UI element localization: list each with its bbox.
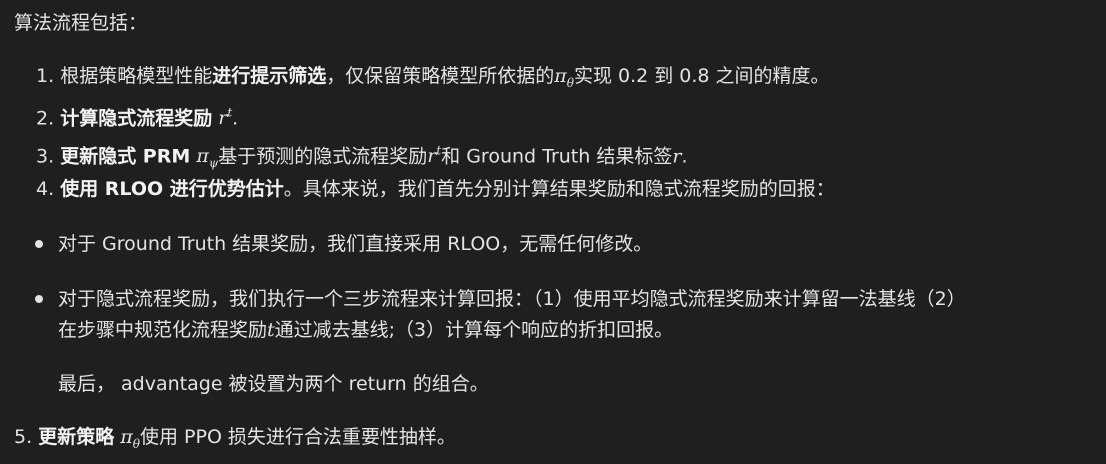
step-bold: 计算隐式流程奖励 [60, 107, 213, 130]
step-3: 3. 更新隐式 PRM πψ基于预测的隐式流程奖励rt和 Ground Trut… [36, 138, 687, 176]
bullet-text: 通过减去基线;（3）计算每个响应的折扣回报。 [274, 319, 674, 341]
step-2: 2. 计算隐式流程奖励 rt. [36, 100, 238, 131]
step-number: 4. [36, 178, 55, 200]
step-text: 。具体来说，我们首先分别计算结果奖励和隐式流程奖励的回报： [283, 178, 835, 200]
bullet-marker [35, 295, 43, 303]
r-t-symbol: rt [427, 144, 442, 168]
step-text: 使用 PPO 损失进行合法重要性抽样。 [139, 426, 456, 448]
step-bold: 更新策略 [38, 426, 115, 448]
bullet-item-line-1: 对于隐式流程奖励，我们执行一个三步流程来计算回报：（1）使用平均隐式流程奖励来计… [58, 288, 966, 310]
step-text: . [232, 107, 239, 130]
step-text: . [681, 145, 688, 168]
step-number: 5. [14, 426, 33, 448]
heading: 算法流程包括： [14, 12, 148, 34]
step-text: 实现 0.2 到 0.8 之间的精度。 [573, 65, 830, 87]
step-bold: 进行提示筛选 [212, 65, 327, 87]
bullet-text: 在步骤中规范化流程奖励 [58, 319, 268, 341]
step-bold: 使用 RLOO 进行优势估计 [60, 178, 284, 200]
step-text: 和 Ground Truth 结果标签 [441, 145, 673, 168]
step-number: 1. [36, 65, 55, 87]
step-number: 2. [36, 107, 55, 130]
step-number: 3. [36, 145, 55, 168]
pi-psi-symbol: πψ [196, 145, 219, 171]
t-symbol: t [267, 319, 275, 341]
bullet-marker [35, 240, 43, 248]
step-text: ，仅保留策略模型所依据的 [326, 65, 555, 87]
pi-theta-symbol: πθ [120, 426, 140, 451]
final-note: 最后， advantage 被设置为两个 return 的组合。 [58, 373, 489, 395]
step-4: 4. 使用 RLOO 进行优势估计。具体来说，我们首先分别计算结果奖励和隐式流程… [36, 176, 835, 202]
step-5: 5. 更新策略 πθ使用 PPO 损失进行合法重要性抽样。 [14, 424, 456, 457]
step-bold: 更新隐式 PRM [60, 145, 191, 168]
step-text: 基于预测的隐式流程奖励 [218, 145, 428, 168]
bullet-item-line-2: 在步骤中规范化流程奖励t通过减去基线;（3）计算每个响应的折扣回报。 [58, 317, 673, 343]
step-1: 1. 根据策略模型性能进行提示筛选，仅保留策略模型所依据的πθ实现 0.2 到 … [36, 63, 830, 96]
step-text: 根据策略模型性能 [60, 65, 213, 87]
r-t-symbol: rt [218, 106, 233, 130]
bullet-item: 对于 Ground Truth 结果奖励，我们直接采用 RLOO，无需任何修改。 [58, 233, 653, 255]
pi-theta-symbol: πθ [554, 65, 574, 90]
